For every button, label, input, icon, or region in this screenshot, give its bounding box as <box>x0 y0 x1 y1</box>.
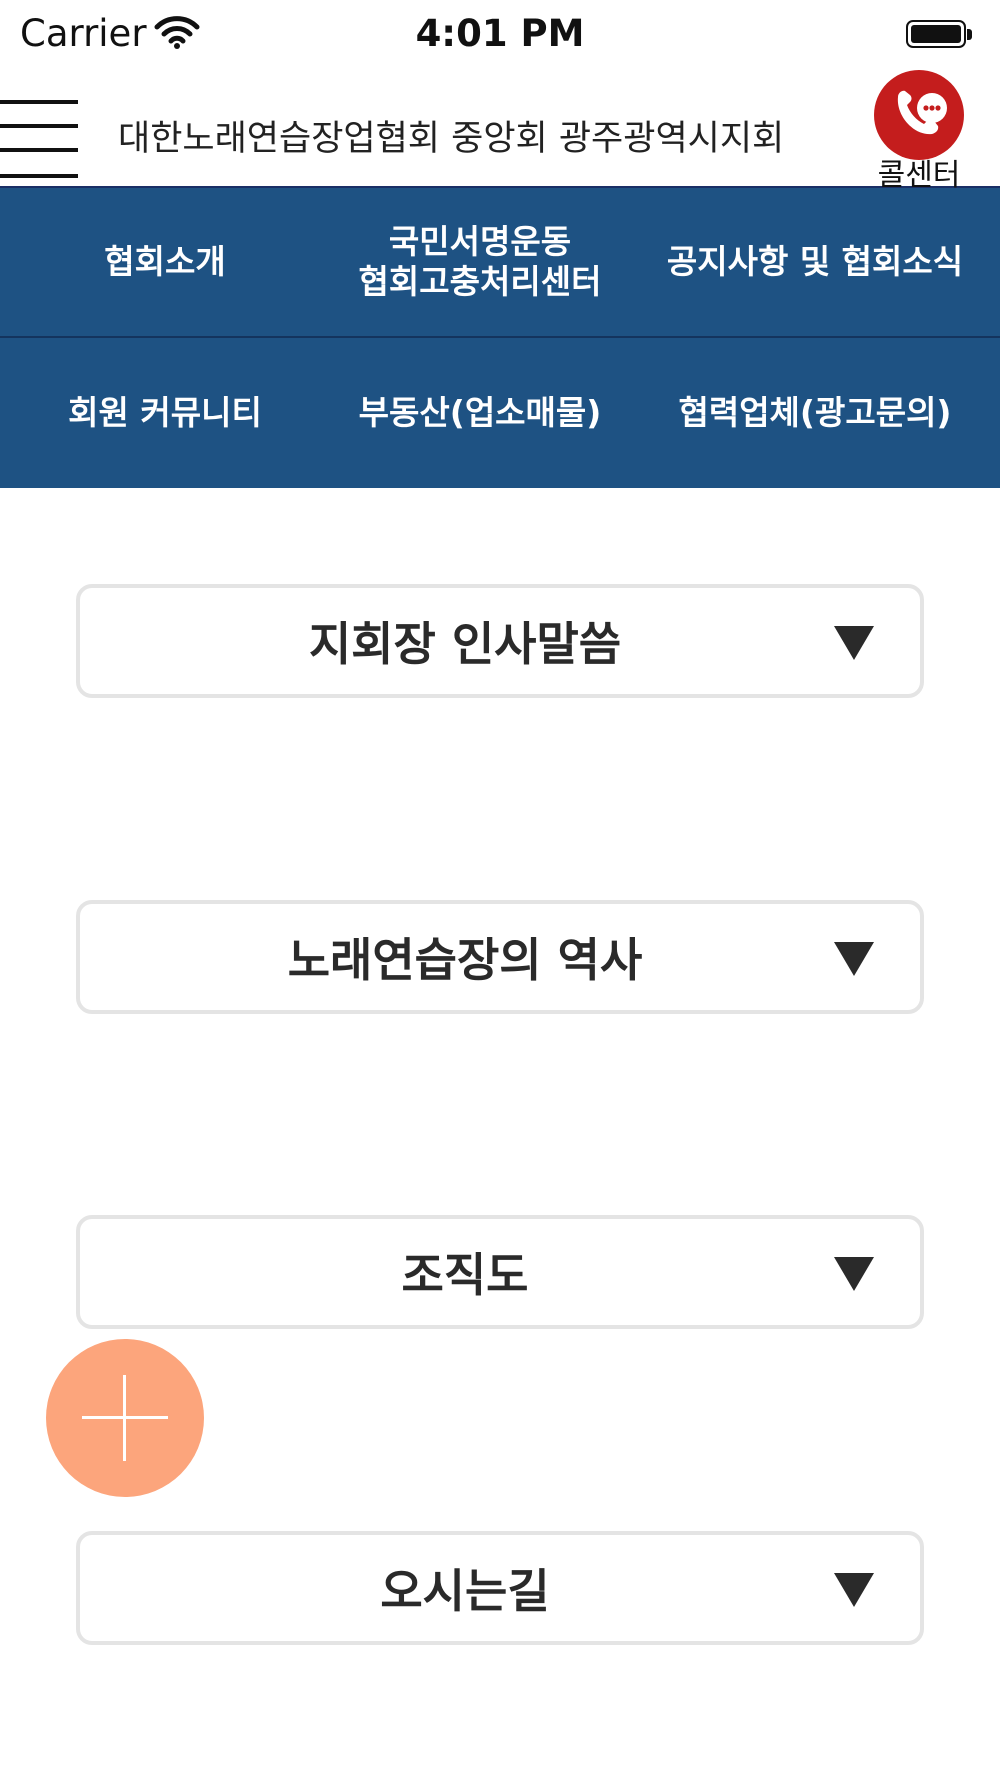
nav-item-label: 협회소개 <box>104 242 226 281</box>
nav-row: 회원 커뮤니티 부동산(업소매물) 협력업체(광고문의) <box>0 338 1000 488</box>
dropdown-arrow-icon <box>834 942 874 976</box>
section-directions[interactable]: 오시는길 <box>76 1531 924 1645</box>
nav-item-label: 부동산(업소매물) <box>358 393 602 432</box>
section-greeting[interactable]: 지회장 인사말씀 <box>76 584 924 698</box>
main-nav: 협회소개 국민서명운동 협회고충처리센터 공지사항 및 협회소식 회원 커뮤니티… <box>0 188 1000 488</box>
dropdown-arrow-icon <box>834 1257 874 1291</box>
callcenter-button[interactable]: 콜센터 <box>860 68 978 193</box>
section-title: 지회장 인사말씀 <box>308 617 622 671</box>
nav-item-label: 협력업체(광고문의) <box>678 393 952 432</box>
nav-item-label-line2: 협회고충처리센터 <box>358 262 602 301</box>
section-title: 노래연습장의 역사 <box>287 933 643 987</box>
nav-item-intro[interactable]: 협회소개 <box>0 188 330 336</box>
dropdown-arrow-icon <box>834 1573 874 1607</box>
section-organization[interactable]: 조직도 <box>76 1215 924 1329</box>
app-header: 대한노래연습장업협회 중앙회 광주광역시지회 콜센터 <box>0 68 1000 193</box>
menu-icon[interactable] <box>0 100 78 178</box>
nav-item-label: 공지사항 및 협회소식 <box>666 242 964 281</box>
section-title: 조직도 <box>401 1248 529 1302</box>
clock: 4:01 PM <box>415 12 585 55</box>
nav-item-community[interactable]: 회원 커뮤니티 <box>0 338 330 488</box>
section-history[interactable]: 노래연습장의 역사 <box>76 900 924 1014</box>
nav-item-campaign[interactable]: 국민서명운동 협회고충처리센터 <box>330 188 630 336</box>
dropdown-arrow-icon <box>834 626 874 660</box>
add-button[interactable] <box>46 1339 204 1497</box>
nav-row: 협회소개 국민서명운동 협회고충처리센터 공지사항 및 협회소식 <box>0 188 1000 338</box>
section-title: 오시는길 <box>380 1564 550 1618</box>
nav-item-label-line1: 국민서명운동 <box>388 222 572 261</box>
nav-item-notice[interactable]: 공지사항 및 협회소식 <box>630 188 1000 336</box>
phone-icon <box>874 70 964 160</box>
nav-item-label: 회원 커뮤니티 <box>68 393 262 432</box>
status-bar: Carrier 4:01 PM <box>0 0 1000 68</box>
nav-item-realestate[interactable]: 부동산(업소매물) <box>330 338 630 488</box>
nav-item-partners[interactable]: 협력업체(광고문의) <box>630 338 1000 488</box>
page-title: 대한노래연습장업협회 중앙회 광주광역시지회 <box>118 119 785 159</box>
battery-icon <box>906 20 974 50</box>
